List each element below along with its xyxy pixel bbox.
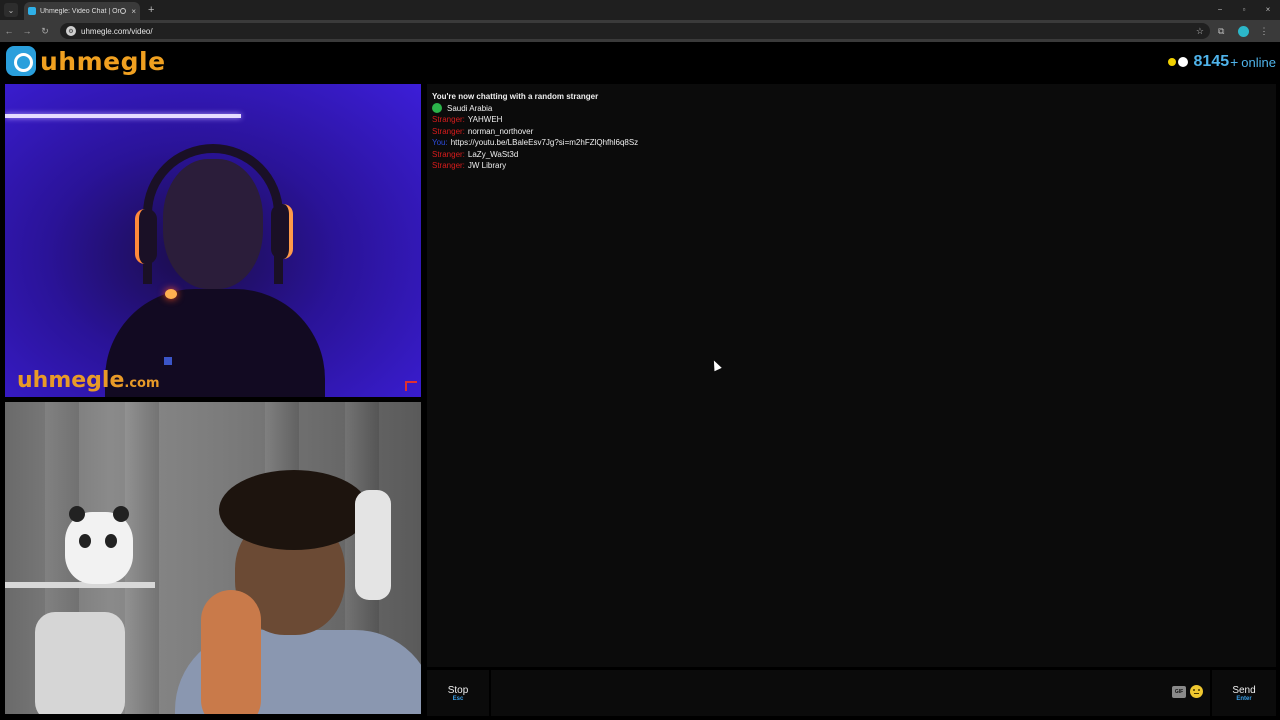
chat-controls: Stop Esc GIF Send Enter (427, 670, 1276, 716)
close-window-button[interactable]: × (1256, 0, 1280, 20)
bookmark-star-icon[interactable]: ☆ (1196, 26, 1204, 37)
message-link[interactable]: https://youtu.be/LBaleEsv7Jg?si=m2hFZlQh… (451, 138, 638, 147)
status-dot-yellow-icon (1167, 58, 1176, 66)
chat-message: Stranger: JW Library (432, 160, 638, 172)
message-text: YAHWEH (467, 115, 503, 124)
online-plus: + (1230, 54, 1239, 70)
neon-light-strip (5, 114, 241, 118)
chat-message: Stranger: YAHWEH (432, 114, 638, 126)
site-info-icon[interactable]: ⚙ (66, 26, 76, 36)
recording-indicator-icon (120, 8, 127, 14)
forward-arrow-icon[interactable]: → (18, 26, 36, 36)
country-name: Saudi Arabia (447, 103, 493, 113)
message-sender: Stranger: (432, 149, 465, 159)
microphone (35, 612, 125, 714)
site-header: uhmegle 8145 + online (0, 42, 1280, 82)
chat-message: Stranger: norman_northover (432, 126, 638, 138)
video-overlay-icon (164, 357, 172, 365)
video-watermark: uhmegle.com (17, 368, 160, 393)
tab-title: Uhmegle: Video Chat | Onl (40, 7, 121, 15)
online-counter: 8145 + online (1167, 53, 1276, 71)
profile-avatar[interactable] (1238, 25, 1250, 37)
browser-tab-bar: ⌄ Uhmegle: Video Chat | Onl × + − ▫ × (0, 0, 1280, 20)
stop-label: Stop (447, 684, 469, 696)
message-sender: Stranger: (432, 126, 465, 136)
back-arrow-icon[interactable]: ← (0, 26, 18, 36)
chat-message-input[interactable] (495, 670, 1165, 716)
tab-search-button[interactable]: ⌄ (4, 3, 18, 17)
send-button[interactable]: Send Enter (1210, 670, 1276, 716)
country-line: Saudi Arabia (432, 103, 638, 115)
send-shortcut: Enter (1236, 695, 1252, 702)
message-sender: Stranger: (432, 161, 465, 170)
message-text: JW Library (467, 161, 507, 170)
stop-button[interactable]: Stop Esc (427, 670, 491, 716)
uhmegle-logo[interactable]: uhmegle (6, 46, 166, 76)
self-person (175, 470, 421, 714)
self-video (5, 402, 421, 714)
online-count: 8145 (1193, 53, 1230, 70)
message-sender: Stranger: (432, 115, 465, 124)
message-text: norman_northover (467, 126, 534, 136)
browser-tab[interactable]: Uhmegle: Video Chat | Onl × (24, 2, 140, 20)
url-text: uhmegle.com/video/ (81, 26, 153, 36)
logo-mark-icon (6, 46, 36, 76)
browser-menu-icon[interactable]: ⋮ (1259, 26, 1268, 37)
stop-shortcut: Esc (452, 695, 464, 702)
stranger-person (105, 139, 325, 397)
logo-text: uhmegle (40, 46, 166, 76)
panda-plush (65, 506, 133, 584)
chat-message: Stranger: LaZy_WaSt3d (432, 149, 638, 161)
shelf (5, 582, 155, 588)
address-bar[interactable]: ⚙ uhmegle.com/video/ ☆ (60, 23, 1210, 39)
new-tab-button[interactable]: + (148, 4, 154, 16)
report-flag-icon[interactable] (405, 381, 417, 391)
message-text: LaZy_WaSt3d (467, 149, 519, 159)
saudi-flag-icon (432, 103, 442, 114)
minimize-button[interactable]: − (1208, 0, 1232, 20)
chat-log: You're now chatting with a random strang… (432, 91, 638, 172)
send-label: Send (1232, 684, 1256, 696)
status-dot-white-icon (1177, 57, 1188, 67)
chat-message: You: https://youtu.be/LBaleEsv7Jg?si=m2hF… (432, 137, 638, 149)
chat-status: You're now chatting with a random strang… (432, 92, 599, 101)
gif-button[interactable]: GIF (1172, 686, 1186, 698)
reload-icon[interactable]: ↻ (36, 26, 54, 37)
message-sender: You: (432, 138, 448, 147)
window-controls: − ▫ × (1208, 0, 1280, 20)
uhmegle-favicon-icon (28, 7, 36, 15)
online-label: online (1241, 54, 1276, 70)
emoji-icon[interactable] (1190, 685, 1203, 698)
restore-button[interactable]: ▫ (1232, 0, 1256, 20)
extensions-icon[interactable]: ⧉ (1218, 26, 1224, 37)
stranger-video: uhmegle.com (5, 84, 421, 397)
close-tab-icon[interactable]: × (131, 7, 136, 16)
browser-toolbar: ← → ↻ ⚙ uhmegle.com/video/ ☆ ⧉ ⋮ (0, 20, 1280, 42)
chat-panel: You're now chatting with a random strang… (427, 84, 1276, 667)
